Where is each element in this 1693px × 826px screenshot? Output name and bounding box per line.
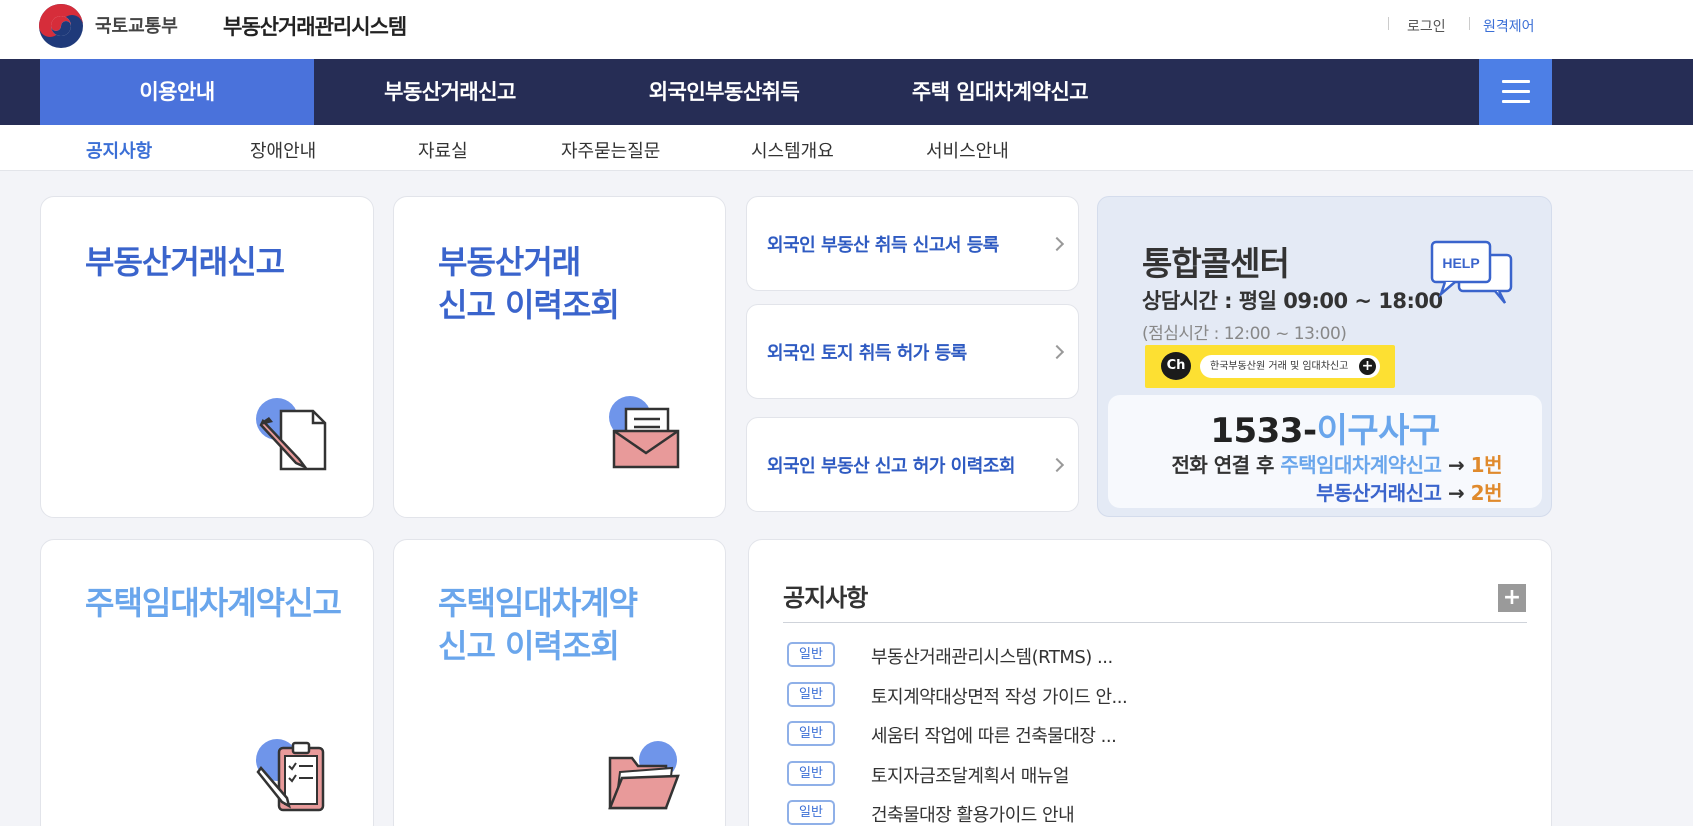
card-transaction-history[interactable]: 부동산거래 신고 이력조회 xyxy=(393,196,726,518)
menu-button[interactable] xyxy=(1479,59,1552,125)
help-text: HELP xyxy=(1442,255,1479,271)
subnav-item-outage[interactable]: 장애안내 xyxy=(250,137,316,163)
chevron-right-icon xyxy=(1049,236,1065,252)
subnav-item-library[interactable]: 자료실 xyxy=(418,137,468,163)
kakao-channel-button[interactable]: Ch 한국부동산원 거래 및 임대차신고 + xyxy=(1145,345,1395,388)
kakao-text: 한국부동산원 거래 및 임대차신고 xyxy=(1210,361,1349,372)
clipboard-checklist-icon xyxy=(256,739,325,812)
card-lease-history[interactable]: 주택임대차계약 신고 이력조회 xyxy=(393,539,726,826)
chevron-right-icon xyxy=(1049,457,1065,473)
link-label: 외국인 부동산 취득 신고서 등록 xyxy=(767,235,999,256)
help-chat-icon: HELP xyxy=(1430,240,1513,304)
notice-panel: 공지사항 + 일반 부동산거래관리시스템(RTMS) ... 일반 토지계약대상… xyxy=(748,539,1552,826)
nav-item-foreigner-acquisition[interactable]: 외국인부동산취득 xyxy=(610,59,838,125)
notice-item[interactable]: 일반 세움터 작업에 따른 건축물대장 ... xyxy=(787,720,1527,748)
pencil-document-icon xyxy=(256,398,327,471)
notice-badge: 일반 xyxy=(787,800,835,825)
notice-text[interactable]: 토지자금조달계획서 매뉴얼 xyxy=(871,762,1069,788)
notice-item[interactable]: 일반 토지자금조달계획서 매뉴얼 xyxy=(787,760,1527,788)
link-foreign-land-permit[interactable]: 외국인 토지 취득 허가 등록 xyxy=(746,304,1079,399)
link-foreign-permit-history[interactable]: 외국인 부동산 신고 허가 이력조회 xyxy=(746,417,1079,512)
link-foreign-acquisition-report[interactable]: 외국인 부동산 취득 신고서 등록 xyxy=(746,196,1079,291)
kakao-channel-icon: Ch xyxy=(1161,352,1191,380)
card-transaction-report[interactable]: 부동산거래신고 xyxy=(40,196,374,518)
link-label: 외국인 토지 취득 허가 등록 xyxy=(767,343,967,364)
nav-item-lease-report[interactable]: 주택 임대차계약신고 xyxy=(880,59,1120,125)
notice-title: 공지사항 xyxy=(783,584,868,612)
call-center-hours: 상담시간 : 평일 09:00 ~ 18:00 xyxy=(1142,289,1443,313)
plus-icon: + xyxy=(1359,358,1376,375)
site-header: 국토교통부 부동산거래관리시스템 로그인 원격제어 xyxy=(0,0,1693,59)
ministry-name[interactable]: 국토교통부 xyxy=(95,12,178,38)
sub-nav: 공지사항 장애안내 자료실 자주묻는질문 시스템개요 서비스안내 xyxy=(0,125,1693,171)
phone-guide-line1: 전화 연결 후 주택임대차계약신고 → 1번 xyxy=(1171,453,1502,477)
link-label: 외국인 부동산 신고 허가 이력조회 xyxy=(767,456,1015,477)
card-title-line1: 부동산거래 xyxy=(438,243,581,281)
notice-badge: 일반 xyxy=(787,761,835,786)
notice-text[interactable]: 토지계약대상면적 작성 가이드 안... xyxy=(871,683,1128,709)
card-title-line2: 신고 이력조회 xyxy=(438,286,620,324)
nav-item-transaction-report[interactable]: 부동산거래신고 xyxy=(340,59,560,125)
notice-badge: 일반 xyxy=(787,721,835,746)
call-center-panel: 통합콜센터 상담시간 : 평일 09:00 ~ 18:00 (점심시간 : 12… xyxy=(1097,196,1552,517)
notice-text[interactable]: 세움터 작업에 따른 건축물대장 ... xyxy=(871,722,1117,748)
login-link[interactable]: 로그인 xyxy=(1407,16,1446,36)
divider xyxy=(783,622,1527,623)
notice-more-button[interactable]: + xyxy=(1498,584,1526,612)
notice-text[interactable]: 건축물대장 활용가이드 안내 xyxy=(871,801,1075,826)
nav-item-guide[interactable]: 이용안내 xyxy=(40,59,314,125)
card-title: 주택임대차계약신고 xyxy=(85,584,342,622)
phone-info-box: 1533-이구사구 전화 연결 후 주택임대차계약신고 → 1번 부동산거래신고… xyxy=(1108,395,1542,508)
subnav-item-service-guide[interactable]: 서비스안내 xyxy=(926,137,1009,163)
divider xyxy=(1388,17,1389,30)
notice-badge: 일반 xyxy=(787,642,835,667)
phone-number: 1533-이구사구 xyxy=(1210,411,1440,451)
taegeuk-logo-icon[interactable] xyxy=(38,3,84,49)
notice-item[interactable]: 일반 부동산거래관리시스템(RTMS) ... xyxy=(787,641,1527,669)
subnav-item-notice[interactable]: 공지사항 xyxy=(86,137,152,163)
divider xyxy=(1469,17,1470,30)
subnav-item-system-overview[interactable]: 시스템개요 xyxy=(751,137,834,163)
card-title-line1: 주택임대차계약 xyxy=(438,584,638,622)
call-center-title: 통합콜센터 xyxy=(1142,244,1290,283)
kakao-channel-label: 한국부동산원 거래 및 임대차신고 + xyxy=(1200,355,1380,378)
chevron-right-icon xyxy=(1049,344,1065,360)
subnav-item-faq[interactable]: 자주묻는질문 xyxy=(561,137,660,163)
call-center-lunch: (점심시간 : 12:00 ~ 13:00) xyxy=(1142,324,1347,344)
card-title: 부동산거래신고 xyxy=(85,243,285,281)
notice-item[interactable]: 일반 건축물대장 활용가이드 안내 xyxy=(787,799,1527,826)
main-nav: 이용안내 부동산거래신고 외국인부동산취득 주택 임대차계약신고 xyxy=(0,59,1693,125)
notice-badge: 일반 xyxy=(787,682,835,707)
card-lease-report[interactable]: 주택임대차계약신고 xyxy=(40,539,374,826)
folder-icon xyxy=(608,741,680,810)
card-title-line2: 신고 이력조회 xyxy=(438,627,620,665)
remote-control-link[interactable]: 원격제어 xyxy=(1483,16,1535,36)
phone-guide-line2: 부동산거래신고 → 2번 xyxy=(1316,481,1502,505)
system-title[interactable]: 부동산거래관리시스템 xyxy=(223,11,407,41)
mail-envelope-icon xyxy=(609,396,680,469)
notice-item[interactable]: 일반 토지계약대상면적 작성 가이드 안... xyxy=(787,681,1527,709)
notice-text[interactable]: 부동산거래관리시스템(RTMS) ... xyxy=(871,643,1113,669)
